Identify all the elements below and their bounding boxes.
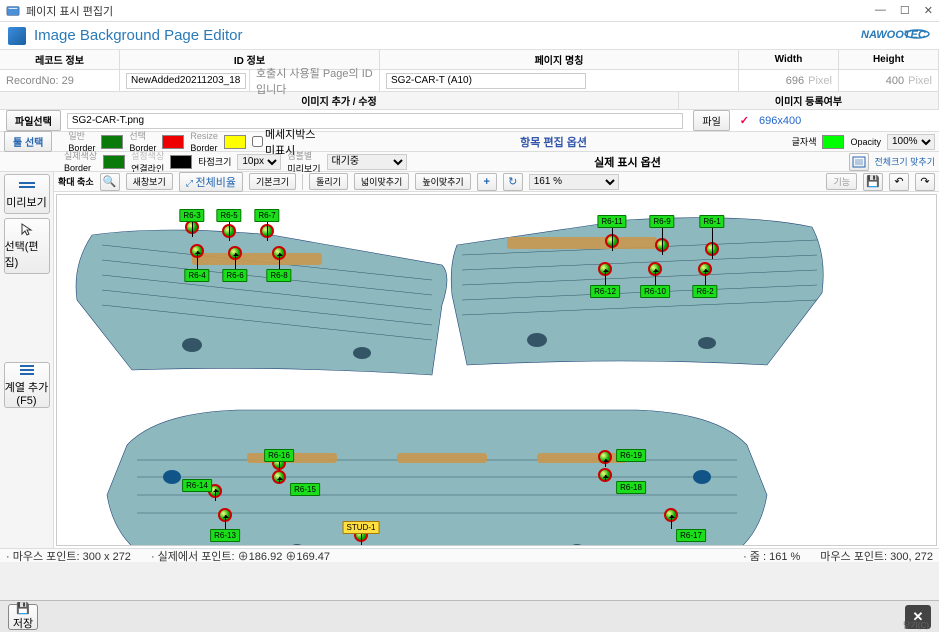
close-hint: 닫기(C) — [903, 620, 929, 631]
file-name-input[interactable] — [67, 113, 684, 129]
redo-icon-button[interactable]: ↷ — [915, 173, 935, 191]
restore-button[interactable]: ↻ — [503, 173, 523, 191]
rotate-button[interactable]: 돌리기 — [309, 173, 348, 190]
close-button[interactable]: ✕ — [924, 4, 933, 17]
tag-R6-16[interactable]: R6-16 — [264, 449, 294, 462]
tag-R6-13[interactable]: R6-13 — [210, 529, 240, 542]
tag-R6-12[interactable]: R6-12 — [590, 285, 620, 298]
cursor-tool-button[interactable]: 선택(편집) — [4, 218, 50, 274]
resize-border-swatch[interactable] — [224, 135, 246, 149]
zoom-select[interactable]: 161 % — [529, 174, 619, 190]
tag-STUD-1[interactable]: STUD-1 — [343, 521, 380, 534]
cursor-icon — [17, 222, 37, 236]
tag-R6-6[interactable]: R6-6 — [222, 269, 247, 282]
preview-icon — [17, 178, 37, 192]
status-real: · 실제에서 포인트: ⊕186.92 ⊕169.47 — [151, 548, 330, 564]
svg-text:NAWOOTEC: NAWOOTEC — [861, 29, 927, 41]
editor-icon — [8, 27, 26, 45]
tag-R6-9[interactable]: R6-9 — [649, 215, 674, 228]
file-select-button[interactable]: 파일선택 — [6, 110, 61, 131]
status-mouse: · 마우스 포인트: 300 x 272 — [6, 548, 131, 564]
col-pagename: 페이지 명칭 — [380, 50, 739, 69]
realcolor-swatch[interactable] — [103, 155, 125, 169]
id-input[interactable] — [126, 73, 246, 89]
tag-R6-2[interactable]: R6-2 — [692, 285, 717, 298]
status-zoom: · 줌 : 161 % — [743, 548, 800, 564]
tag-size-select[interactable]: 10px — [237, 154, 281, 170]
col-record: 레코드 정보 — [0, 50, 120, 69]
zoom-out-icon-button[interactable]: 🔍 — [100, 173, 120, 191]
default-size-button[interactable]: 기본크기 — [249, 173, 296, 190]
ratio-button[interactable]: ⤢ 전체비율 — [179, 172, 243, 192]
tag-R6-1[interactable]: R6-1 — [699, 215, 724, 228]
msgbox-checkbox[interactable] — [252, 136, 263, 147]
brand-logo: NAWOOTEC — [861, 25, 931, 46]
id-placeholder: 호출시 사용될 Page의 ID 입니다 — [250, 70, 380, 91]
save-icon-button[interactable]: 💾 — [863, 173, 883, 191]
font-color-swatch[interactable] — [822, 135, 844, 149]
width-value: 696 — [786, 75, 804, 87]
normal-border-swatch[interactable] — [101, 135, 123, 149]
col-height: Height — [839, 50, 939, 69]
preview-tool-button[interactable]: 미리보기 — [4, 174, 50, 214]
part-top-right — [447, 215, 827, 380]
plus-button[interactable]: + — [477, 173, 497, 191]
tag-R6-17[interactable]: R6-17 — [676, 529, 706, 542]
height-value: 400 — [886, 75, 904, 87]
fit-icon-button[interactable] — [849, 153, 869, 171]
tag-R6-19[interactable]: R6-19 — [616, 449, 646, 462]
undo-icon-button[interactable]: ↶ — [889, 173, 909, 191]
status-mouse2: 마우스 포인트: 300, 272 — [820, 548, 933, 564]
refresh-button[interactable]: 새창보기 — [126, 173, 173, 190]
save-icon: 💾 — [16, 602, 30, 615]
part-bottom — [97, 405, 777, 546]
maximize-button[interactable]: ☐ — [900, 4, 910, 17]
func-button[interactable]: 기능 — [826, 173, 857, 190]
tag-R6-10[interactable]: R6-10 — [640, 285, 670, 298]
tool-select-button[interactable]: 툴 선택 — [4, 131, 52, 152]
page-title: Image Background Page Editor — [34, 27, 861, 44]
window-title: 페이지 표시 편집기 — [26, 3, 875, 19]
part-top-left — [72, 225, 452, 385]
checkmark-icon: ✓ — [740, 114, 749, 127]
footer-save-button[interactable]: 💾 저장 — [8, 604, 38, 630]
actual-opt-label: 실제 표시 옵션 — [413, 154, 843, 170]
item-edit-label: 항목 편집 옵션 — [322, 134, 786, 150]
select-border-swatch[interactable] — [162, 135, 184, 149]
minimize-button[interactable]: — — [875, 4, 886, 17]
tag-R6-5[interactable]: R6-5 — [216, 209, 241, 222]
tag-R6-4[interactable]: R6-4 — [184, 269, 209, 282]
file-button[interactable]: 파일 — [693, 110, 729, 131]
file-size: 696x400 — [759, 115, 939, 127]
app-icon — [6, 4, 20, 18]
preview-select[interactable]: 대기중 — [327, 154, 407, 170]
opacity-select[interactable]: 100% — [887, 134, 935, 150]
tag-R6-7[interactable]: R6-7 — [254, 209, 279, 222]
tag-R6-8[interactable]: R6-8 — [266, 269, 291, 282]
tag-R6-18[interactable]: R6-18 — [616, 481, 646, 494]
list-icon — [17, 363, 37, 377]
tag-R6-14[interactable]: R6-14 — [182, 479, 212, 492]
add-series-button[interactable]: 계열 추가 (F5) — [4, 362, 50, 408]
col-width: Width — [739, 50, 839, 69]
tag-R6-11[interactable]: R6-11 — [597, 215, 626, 228]
widthfit-button[interactable]: 넓이맞추기 — [354, 173, 409, 190]
tag-R6-15[interactable]: R6-15 — [290, 483, 320, 496]
pagename-input[interactable] — [386, 73, 586, 89]
sec-add-edit: 이미지 추가 / 수정 — [0, 92, 679, 109]
sec-reg: 이미지 등록여부 — [679, 92, 939, 109]
record-no: RecordNo: 29 — [0, 70, 120, 91]
canvas-viewport[interactable]: R6-3 R6-5 R6-7 R6-4 R6-6 R6-8 R6-11 R6-9 R6-1 R6-… — [56, 194, 937, 546]
heightfit-button[interactable]: 높이맞추기 — [415, 173, 470, 190]
connect-color-swatch[interactable] — [170, 155, 192, 169]
tag-R6-3[interactable]: R6-3 — [179, 209, 204, 222]
